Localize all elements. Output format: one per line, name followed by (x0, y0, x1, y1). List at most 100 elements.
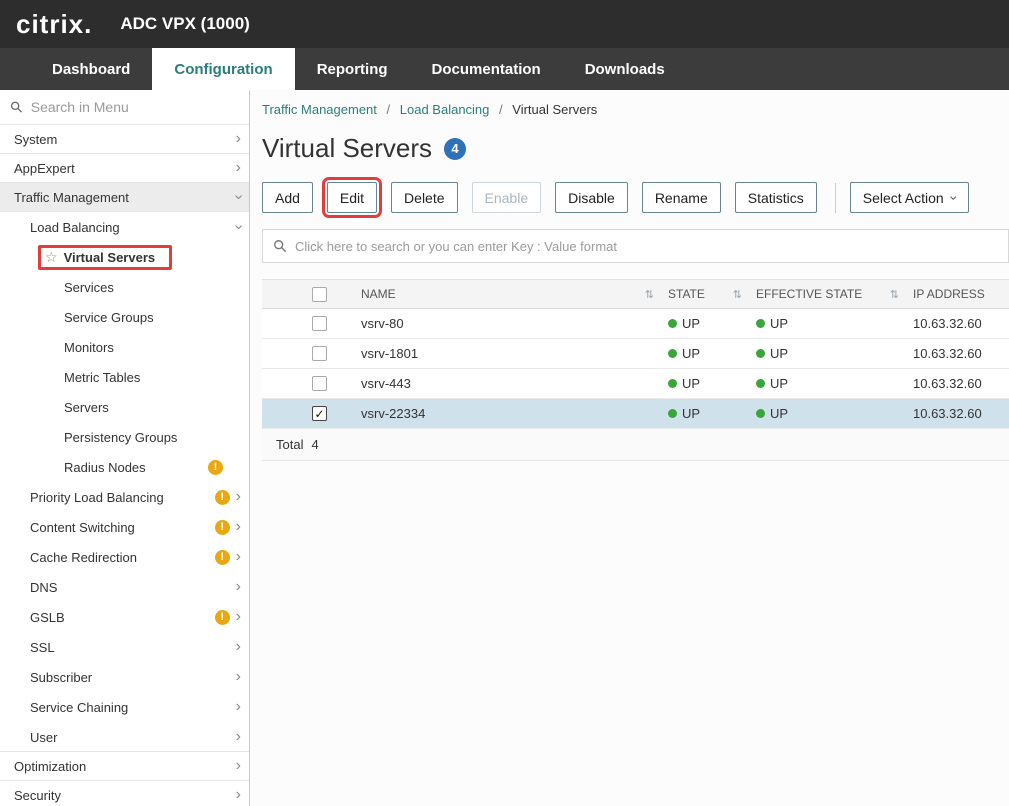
sidebar-item-icons: !› (215, 519, 241, 535)
disable-button[interactable]: Disable (555, 182, 628, 213)
row-checkbox[interactable]: ✓ (312, 406, 327, 421)
warning-icon: ! (208, 460, 223, 475)
sidebar-item-service-groups[interactable]: Service Groups (0, 302, 249, 332)
cell-ip-address: 10.63.32.60 (909, 376, 1009, 391)
sidebar-item-label: Load Balancing (30, 220, 120, 235)
row-checkbox[interactable] (312, 316, 327, 331)
sidebar-item-label: DNS (30, 580, 57, 595)
sidebar-item-label: Traffic Management (14, 190, 129, 205)
sort-icon[interactable]: ⇅ (890, 288, 899, 301)
warning-icon: ! (215, 610, 230, 625)
page-title-row: Virtual Servers 4 (262, 133, 1009, 164)
nav-tab-reporting[interactable]: Reporting (295, 48, 410, 90)
edit-button[interactable]: Edit (327, 182, 377, 213)
column-header-name[interactable]: NAME⇅ (357, 287, 664, 301)
chevron-right-icon: › (236, 669, 241, 685)
cell-state: UP (664, 376, 752, 391)
sidebar-item-label: Servers (64, 400, 109, 415)
chevron-right-icon: › (236, 160, 241, 176)
sidebar-item-gslb[interactable]: GSLB!› (0, 602, 249, 632)
nav-tab-documentation[interactable]: Documentation (410, 48, 563, 90)
select-all-cell (262, 287, 357, 302)
column-header-ip-address[interactable]: IP ADDRESS (909, 287, 1009, 301)
chevron-right-icon: › (236, 699, 241, 715)
row-checkbox[interactable] (312, 376, 327, 391)
column-header-state[interactable]: STATE ⇅ (664, 287, 752, 301)
app-title: ADC VPX (1000) (120, 14, 249, 34)
breadcrumb-link-traffic-management[interactable]: Traffic Management (262, 102, 377, 117)
sidebar-item-monitors[interactable]: Monitors (0, 332, 249, 362)
sidebar-item-ssl[interactable]: SSL› (0, 632, 249, 662)
table-row-vsrv-22334[interactable]: ✓vsrv-22334UPUP10.63.32.60 (262, 399, 1009, 429)
nav-tab-dashboard[interactable]: Dashboard (30, 48, 152, 90)
table-header-row: NAME⇅STATE⇅EFFECTIVE STATE⇅IP ADDRESS (262, 279, 1009, 309)
sidebar-item-radius-nodes[interactable]: Radius Nodes! (0, 452, 249, 482)
search-icon (273, 239, 287, 253)
sidebar-item-icons: › (236, 639, 241, 655)
sidebar-search[interactable] (0, 90, 249, 125)
breadcrumb-current: Virtual Servers (512, 102, 597, 117)
select-action-dropdown[interactable]: Select Action› (850, 182, 970, 213)
warning-icon: ! (215, 520, 230, 535)
table-row-vsrv-443[interactable]: vsrv-443UPUP10.63.32.60 (262, 369, 1009, 399)
table-row-vsrv-80[interactable]: vsrv-80UPUP10.63.32.60 (262, 309, 1009, 339)
nav-tab-configuration[interactable]: Configuration (152, 48, 294, 90)
rename-button[interactable]: Rename (642, 182, 721, 213)
sidebar-item-content-switching[interactable]: Content Switching!› (0, 512, 249, 542)
sidebar-item-label: Monitors (64, 340, 114, 355)
row-checkbox[interactable] (312, 346, 327, 361)
breadcrumb-link-load-balancing[interactable]: Load Balancing (400, 102, 490, 117)
sidebar-item-subscriber[interactable]: Subscriber› (0, 662, 249, 692)
nav-tab-downloads[interactable]: Downloads (563, 48, 687, 90)
status-label: UP (770, 406, 788, 421)
chevron-right-icon: › (236, 758, 241, 774)
sidebar-item-optimization[interactable]: Optimization› (0, 751, 249, 781)
sidebar-item-label: Metric Tables (64, 370, 140, 385)
delete-button[interactable]: Delete (391, 182, 457, 213)
status-up-dot (668, 379, 677, 388)
sidebar-item-traffic-management[interactable]: Traffic Management › (0, 182, 249, 212)
sidebar-item-priority-load-balancing[interactable]: Priority Load Balancing!› (0, 482, 249, 512)
sidebar-item-virtual-servers[interactable]: ☆Virtual Servers (0, 242, 249, 272)
sidebar-item-dns[interactable]: DNS› (0, 572, 249, 602)
sidebar-item-system[interactable]: System› (0, 124, 249, 154)
table-body: vsrv-80UPUP10.63.32.60vsrv-1801UPUP10.63… (262, 309, 1009, 429)
body-layout: System›AppExpert› Traffic Management › Load… (0, 90, 1009, 806)
main-content: Traffic Management / Load Balancing / Vi… (250, 90, 1009, 806)
sidebar-item-metric-tables[interactable]: Metric Tables (0, 362, 249, 392)
sidebar-item-icons: !› (215, 609, 241, 625)
enable-button[interactable]: Enable (472, 182, 542, 213)
sidebar-item-service-chaining[interactable]: Service Chaining› (0, 692, 249, 722)
sort-icon[interactable]: ⇅ (733, 288, 742, 301)
sidebar-item-security[interactable]: Security› (0, 780, 249, 806)
add-button[interactable]: Add (262, 182, 313, 213)
sidebar-item-servers[interactable]: Servers (0, 392, 249, 422)
cell-state: UP (664, 346, 752, 361)
sidebar-item-user[interactable]: User› (0, 722, 249, 752)
cell-effective-state: UP (752, 316, 909, 331)
sidebar-search-input[interactable] (31, 99, 239, 115)
sidebar-item-cache-redirection[interactable]: Cache Redirection!› (0, 542, 249, 572)
chevron-right-icon: › (236, 131, 241, 147)
sidebar-item-persistency-groups[interactable]: Persistency Groups (0, 422, 249, 452)
status-label: UP (770, 376, 788, 391)
column-header-label: STATE (668, 287, 705, 301)
table-search-bar[interactable] (262, 229, 1009, 263)
sort-icon[interactable]: ⇅ (645, 288, 654, 301)
sidebar-item-load-balancing[interactable]: Load Balancing› (0, 212, 249, 242)
table-row-vsrv-1801[interactable]: vsrv-1801UPUP10.63.32.60 (262, 339, 1009, 369)
status-label: UP (682, 346, 700, 361)
row-checkbox-cell: ✓ (262, 406, 357, 421)
chevron-down-icon: › (230, 194, 246, 199)
annotation-highlight-box: ☆Virtual Servers (38, 245, 172, 270)
warning-icon: ! (215, 550, 230, 565)
cell-name: vsrv-1801 (357, 346, 664, 361)
table-search-input[interactable] (295, 239, 998, 254)
sidebar-item-services[interactable]: Services (0, 272, 249, 302)
statistics-button[interactable]: Statistics (735, 182, 817, 213)
status-label: UP (682, 406, 700, 421)
column-header-effective-state[interactable]: EFFECTIVE STATE⇅ (752, 287, 909, 301)
sidebar-item-appexpert[interactable]: AppExpert› (0, 153, 249, 183)
select-all-checkbox[interactable] (312, 287, 327, 302)
sidebar-item-icons: ! (208, 460, 241, 475)
